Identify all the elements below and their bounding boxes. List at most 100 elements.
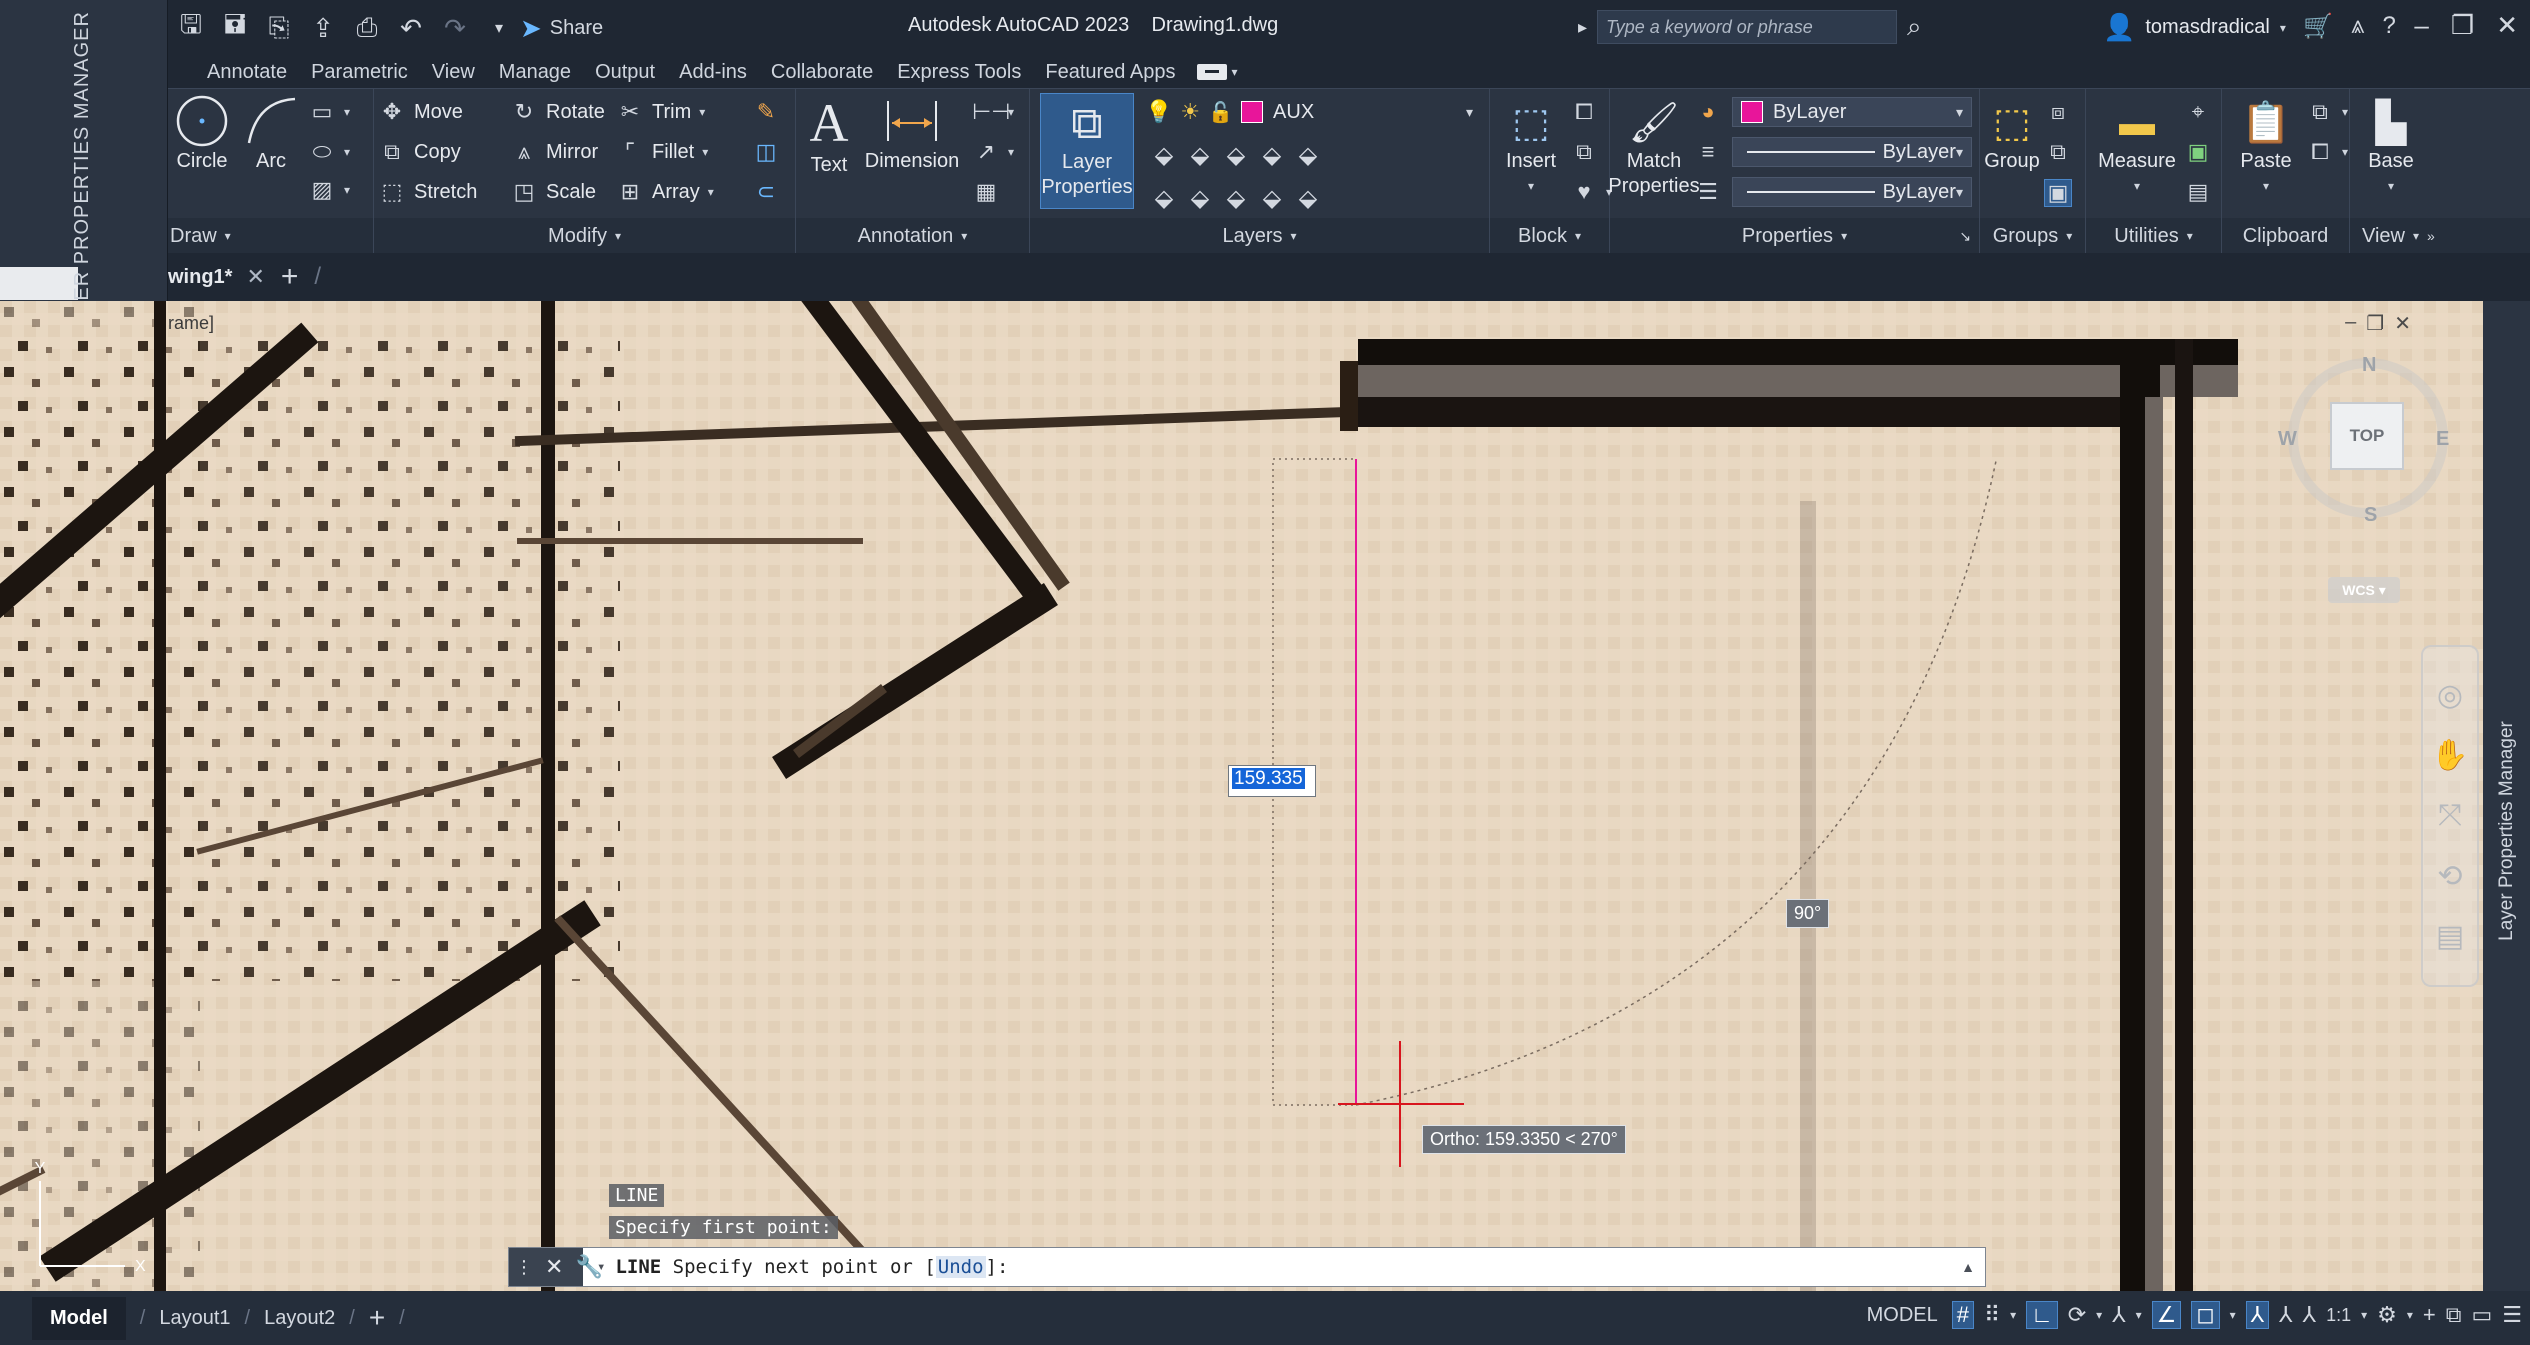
- tab-annotate[interactable]: Annotate: [195, 61, 299, 84]
- clipboard-panel-footer[interactable]: Clipboard: [2222, 218, 2349, 254]
- layer-make-current-icon[interactable]: ⬙: [1146, 141, 1182, 170]
- text-button[interactable]: A Text: [804, 93, 854, 178]
- tab-add-ins[interactable]: Add-ins: [667, 61, 759, 84]
- workspace-gear-icon[interactable]: ⚙: [2377, 1302, 2397, 1328]
- annotation-panel-footer[interactable]: Annotation ▾: [796, 218, 1029, 254]
- layout1-tab[interactable]: Layout1: [159, 1307, 230, 1330]
- base-view-button[interactable]: ▙ Base ▾: [2356, 97, 2426, 199]
- group-button[interactable]: ⬚ Group: [1984, 97, 2040, 174]
- id-point-button[interactable]: ⌖: [2184, 99, 2212, 125]
- layer-match-icon[interactable]: ⬙: [1182, 141, 1218, 170]
- layer-thaw-all-icon[interactable]: ⬙: [1254, 184, 1290, 213]
- explode-button[interactable]: ◫: [752, 139, 780, 165]
- annotation-monitor-icon[interactable]: +: [2423, 1302, 2436, 1328]
- groups-panel-footer[interactable]: Groups ▾: [1980, 218, 2085, 254]
- model-tab[interactable]: Model: [32, 1296, 126, 1340]
- close-command-line-icon[interactable]: ✕: [545, 1254, 563, 1280]
- autodesk-a360-icon[interactable]: ⩓: [2351, 12, 2365, 41]
- layer-lock-icon[interactable]: ⬙: [1182, 184, 1218, 213]
- edit-block-button[interactable]: ⧉: [1570, 139, 1598, 165]
- match-properties-button[interactable]: 🖌 Match Properties: [1608, 97, 1699, 199]
- layer-properties-side-tab[interactable]: Layer Properties Manager: [2483, 301, 2530, 1291]
- search-expand-icon[interactable]: ▸: [1578, 17, 1587, 38]
- compass-south[interactable]: S: [2364, 504, 2377, 527]
- auto-scale-icon[interactable]: ⅄: [2279, 1302, 2292, 1328]
- block-panel-footer[interactable]: Block ▾: [1490, 218, 1609, 254]
- annotation-scale-value[interactable]: 1:1: [2326, 1305, 2351, 1326]
- copy-button[interactable]: ⧉ Copy: [378, 139, 461, 165]
- user-menu[interactable]: 👤 tomasdradical ▾: [2103, 12, 2286, 43]
- orbit-icon[interactable]: ⟲: [2437, 859, 2462, 894]
- snap-icon[interactable]: ⠿: [1984, 1302, 2000, 1328]
- paste-button[interactable]: 📋 Paste ▾: [2236, 97, 2296, 199]
- viewport-minimize-icon[interactable]: –: [2345, 311, 2356, 336]
- annotation-scale-icon[interactable]: ⅄: [2303, 1302, 2316, 1328]
- properties-panel-footer[interactable]: Properties ▾ ↘: [1610, 218, 1979, 254]
- steering-wheel-icon[interactable]: ◎: [2437, 678, 2463, 713]
- group-edit-button[interactable]: ⧉: [2044, 139, 2072, 165]
- hatch-button[interactable]: ▨ ▾: [308, 177, 350, 203]
- viewport-label[interactable]: rame]: [168, 313, 214, 334]
- table-button[interactable]: ▦: [972, 179, 1000, 205]
- linetype-dropdown[interactable]: ByLayer ▾: [1732, 137, 1972, 167]
- units-icon[interactable]: ⧉: [2446, 1302, 2462, 1328]
- lineweight-dropdown[interactable]: ByLayer ▾: [1732, 177, 1972, 207]
- compass-east[interactable]: E: [2436, 428, 2449, 451]
- compass-north[interactable]: N: [2362, 354, 2376, 377]
- dynamic-input-length[interactable]: 159.335: [1228, 765, 1316, 797]
- layer-freeze-icon[interactable]: ⬙: [1146, 184, 1182, 213]
- rectangle-button[interactable]: ▭ ▾: [308, 99, 350, 125]
- wcs-menu[interactable]: WCS ▾: [2328, 577, 2400, 603]
- annotation-visibility-icon[interactable]: ⅄: [2245, 1301, 2270, 1329]
- new-tab-icon[interactable]: +: [281, 260, 299, 294]
- showmotion-icon[interactable]: ▤: [2436, 919, 2464, 954]
- mirror-button[interactable]: ⩓ Mirror: [510, 139, 598, 165]
- restore-icon[interactable]: ❐: [2451, 10, 2474, 41]
- ellipse-button[interactable]: ⬭ ▾: [308, 139, 350, 165]
- dimension-button[interactable]: Dimension: [862, 93, 962, 174]
- cut-button[interactable]: ⧉ ▾: [2306, 99, 2348, 125]
- viewcube-top-face[interactable]: TOP: [2330, 402, 2404, 470]
- erase-button[interactable]: ✎: [752, 99, 780, 125]
- layer-properties-button[interactable]: ⧉ Layer Properties: [1040, 93, 1134, 209]
- save-web-icon[interactable]: ⇪: [308, 13, 338, 44]
- utilities-panel-footer[interactable]: Utilities ▾: [2086, 218, 2221, 254]
- redo-icon[interactable]: ↷: [440, 13, 470, 44]
- undo-option[interactable]: Undo: [935, 1256, 986, 1278]
- draw-panel-footer[interactable]: Draw ▾: [168, 218, 373, 254]
- trim-button[interactable]: ✂ Trim ▾: [616, 99, 706, 125]
- polar-icon[interactable]: ⟳: [2068, 1302, 2086, 1328]
- insert-button[interactable]: ⬚ Insert ▾: [1500, 97, 1562, 199]
- scale-button[interactable]: ◳ Scale: [510, 179, 596, 205]
- compass-west[interactable]: W: [2278, 428, 2297, 451]
- layer-off-icon[interactable]: ⬙: [1218, 141, 1254, 170]
- tab-express-tools[interactable]: Express Tools: [885, 61, 1033, 84]
- close-tab-icon[interactable]: ✕: [246, 264, 264, 290]
- tab-output[interactable]: Output: [583, 61, 667, 84]
- measure-button[interactable]: ▬ Measure ▾: [2094, 97, 2180, 199]
- tab-parametric[interactable]: Parametric: [299, 61, 420, 84]
- open-web-icon[interactable]: ⎘: [264, 12, 294, 44]
- layer-unisolate-icon[interactable]: ⬙: [1290, 141, 1326, 170]
- isodraft-icon[interactable]: ⅄: [2112, 1302, 2125, 1328]
- search-icon[interactable]: ⌕: [1907, 11, 1922, 43]
- layers-panel-footer[interactable]: Layers ▾: [1030, 218, 1489, 254]
- viewcube[interactable]: TOP N S E W: [2278, 348, 2458, 528]
- clean-screen-icon[interactable]: ▭: [2471, 1302, 2492, 1328]
- fillet-button[interactable]: ⌜ Fillet ▾: [616, 139, 708, 165]
- group-select-button[interactable]: ▣: [2044, 179, 2072, 207]
- command-prompt[interactable]: ▾ LINE Specify next point or [Undo]:: [583, 1256, 1008, 1278]
- view-panel-footer[interactable]: View ▾»: [2350, 218, 2530, 254]
- leader-button[interactable]: ↗ ▾: [972, 139, 1014, 165]
- tab-view[interactable]: View: [420, 61, 487, 84]
- create-block-button[interactable]: ⧠: [1570, 99, 1598, 125]
- move-button[interactable]: ✥ Move: [378, 99, 463, 125]
- circle-button[interactable]: Circle: [172, 93, 232, 174]
- layer-unlock-all-icon[interactable]: ⬙: [1218, 184, 1254, 213]
- layer-isolate-icon[interactable]: ⬙: [1254, 141, 1290, 170]
- tab-manage[interactable]: Manage: [487, 61, 583, 84]
- edit-attributes-button[interactable]: ♥ ▾: [1570, 179, 1612, 205]
- new-layout-icon[interactable]: +: [369, 1302, 385, 1334]
- array-button[interactable]: ⊞ Array ▾: [616, 179, 714, 205]
- file-tab-drawing1[interactable]: wing1* ✕: [168, 264, 265, 290]
